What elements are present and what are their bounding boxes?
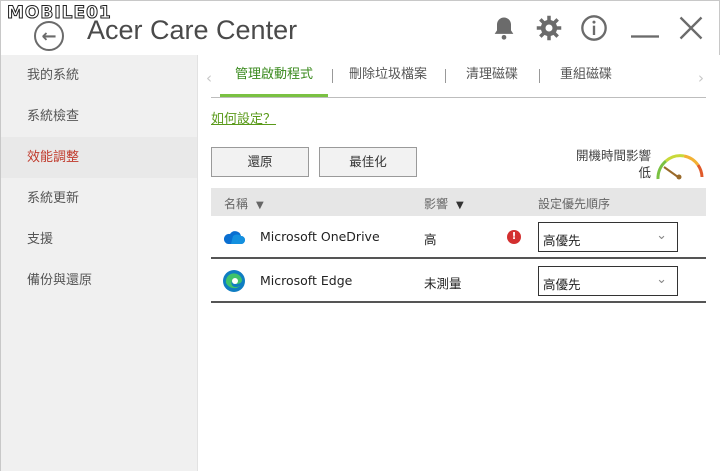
- gauge-icon: [656, 154, 704, 180]
- sidebar-item-support[interactable]: 支援: [1, 219, 197, 260]
- tab-delete-junk[interactable]: 刪除垃圾檔案: [338, 61, 438, 97]
- column-priority-label: 設定優先順序: [538, 197, 611, 211]
- sidebar: 我的系統 系統檢查 效能調整 系統更新 支援 備份與還原: [1, 55, 198, 471]
- chevron-right-icon[interactable]: ›: [698, 69, 704, 87]
- how-to-link[interactable]: 如何設定？: [211, 108, 276, 127]
- restore-button[interactable]: 還原: [211, 147, 309, 177]
- column-impact-label: 影響: [424, 197, 449, 211]
- sidebar-item-backup-restore[interactable]: 備份與還原: [1, 260, 197, 301]
- tab-divider: [445, 69, 446, 83]
- table-row: Microsoft Edge 未測量 高優先 ⌄: [211, 260, 706, 303]
- app-name: Microsoft OneDrive: [260, 229, 380, 244]
- app-window: MOBILE01 ← Acer Care Center 我的系統 系統檢查 效能…: [0, 0, 720, 471]
- column-name[interactable]: 名稱 ▼: [224, 195, 264, 212]
- title-bar: MOBILE01 ← Acer Care Center: [1, 1, 720, 55]
- column-priority: 設定優先順序: [538, 195, 610, 212]
- tab-divider: [539, 69, 540, 83]
- chevron-down-icon: ⌄: [656, 272, 667, 287]
- tab-divider-line: [211, 97, 706, 98]
- chevron-left-icon[interactable]: ‹: [206, 69, 212, 87]
- impact-value: 高: [424, 232, 437, 247]
- priority-select-value: 高優先: [543, 233, 581, 248]
- tab-divider: [332, 69, 333, 83]
- sidebar-item-system-update[interactable]: 系統更新: [1, 178, 197, 219]
- priority-select[interactable]: 高優先 ⌄: [538, 266, 678, 296]
- warning-icon: !: [507, 230, 521, 244]
- sidebar-item-system-check[interactable]: 系統檢查: [1, 96, 197, 137]
- tab-bar: ‹ 管理啟動程式 刪除垃圾檔案 清理磁碟 重組磁碟 ›: [198, 61, 720, 97]
- info-icon[interactable]: [580, 14, 608, 42]
- table-row: Microsoft OneDrive 高 ! 高優先 ⌄: [211, 216, 706, 259]
- boot-impact-value: 低: [638, 165, 651, 180]
- edge-icon: [223, 270, 245, 292]
- minimize-icon[interactable]: [631, 19, 659, 47]
- app-name: Microsoft Edge: [260, 273, 353, 288]
- gear-icon[interactable]: [535, 14, 563, 42]
- table-header: 名稱 ▼ 影響 ▼ 設定優先順序: [211, 188, 706, 216]
- sidebar-item-my-system[interactable]: 我的系統: [1, 55, 197, 96]
- sort-down-icon: ▼: [256, 200, 264, 211]
- onedrive-icon: [223, 231, 245, 244]
- app-title: Acer Care Center: [87, 15, 298, 45]
- optimize-button[interactable]: 最佳化: [319, 147, 417, 177]
- column-impact[interactable]: 影響 ▼: [424, 195, 464, 212]
- chevron-down-icon: ⌄: [656, 228, 667, 243]
- sort-down-icon: ▼: [456, 200, 464, 211]
- close-icon[interactable]: [677, 14, 705, 42]
- bell-icon[interactable]: [490, 14, 518, 42]
- priority-select[interactable]: 高優先 ⌄: [538, 222, 678, 252]
- priority-select-value: 高優先: [543, 277, 581, 292]
- main-panel: ‹ 管理啟動程式 刪除垃圾檔案 清理磁碟 重組磁碟 › 如何設定？ 還原 最佳化…: [198, 55, 720, 471]
- watermark-logo: MOBILE01: [7, 3, 112, 24]
- tab-disk-cleanup[interactable]: 清理磁碟: [454, 61, 530, 97]
- tab-startup-manager[interactable]: 管理啟動程式: [220, 61, 328, 97]
- column-name-label: 名稱: [224, 197, 249, 211]
- impact-value: 未測量: [424, 276, 462, 291]
- tab-defrag[interactable]: 重組磁碟: [548, 61, 624, 97]
- sidebar-item-performance[interactable]: 效能調整: [1, 137, 197, 178]
